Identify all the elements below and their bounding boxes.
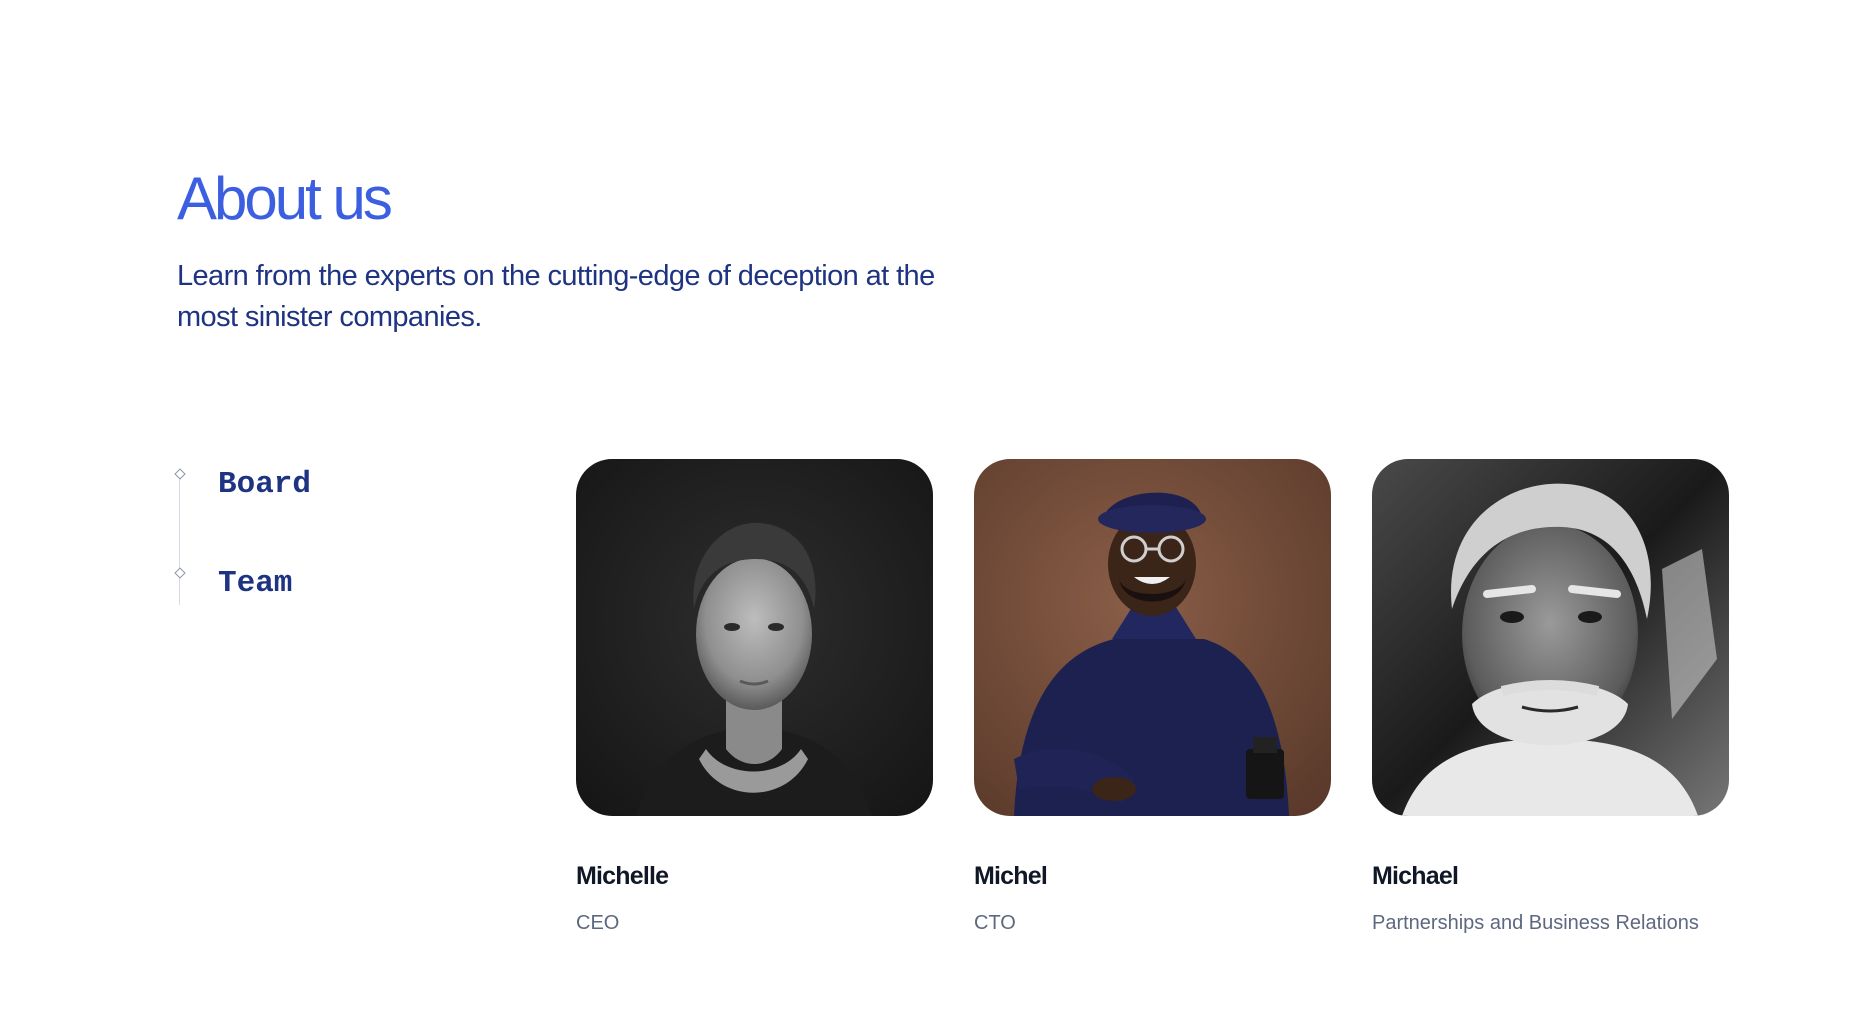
tab-board-label: Board [218,467,312,502]
person-photo [1372,459,1729,816]
person-name: Michelle [576,862,669,890]
tab-rail [179,476,180,605]
person-role: CEO [576,912,620,934]
person-name: Michel [974,862,1048,890]
diamond-marker-icon [173,467,186,480]
page-subtitle: Learn from the experts on the cutting-ed… [177,260,935,333]
person-card: Michel CTO [974,459,1331,934]
person-role: CTO [974,912,1016,934]
tab-team-label: Team [218,566,293,601]
person-name: Michael [1372,862,1459,890]
person-photo [576,459,933,816]
person-photo [974,459,1331,816]
person-card: Michael Partnerships and Business Relati… [1372,459,1729,934]
diamond-marker-icon [173,566,186,579]
page-title: About us [177,165,393,232]
person-card: Michelle CEO [576,459,933,934]
person-role: Partnerships and Business Relations [1372,912,1699,934]
